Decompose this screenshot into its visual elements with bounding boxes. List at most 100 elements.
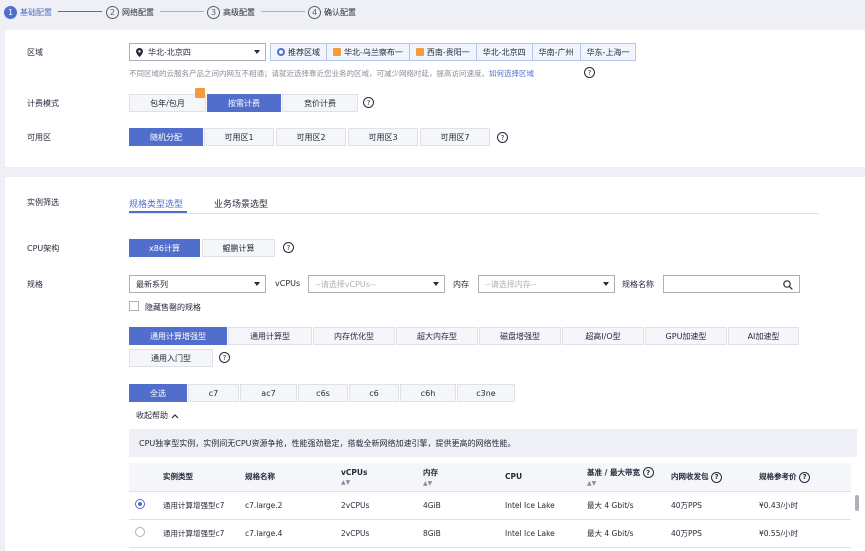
header-memory-label: 内存 — [423, 467, 438, 477]
cell-instance-type: 通用计算增强型c7 — [157, 519, 239, 548]
help-icon[interactable]: ? — [711, 471, 723, 483]
vcpus-select[interactable]: --请选择vCPUs-- — [308, 275, 445, 293]
region-option[interactable]: 华北-北京四 — [477, 44, 533, 60]
cpu-x86-button[interactable]: x86计算 — [129, 239, 200, 257]
step-label: 网络配置 — [122, 7, 154, 17]
help-icon[interactable]: ? — [219, 352, 230, 363]
series-c6h[interactable]: c6h — [400, 384, 456, 402]
info-banner: CPU独享型实例，实例间无CPU资源争抢，性能强劲稳定，搭载全新网络加速引擎，提… — [129, 429, 857, 457]
row-radio-selected[interactable] — [135, 499, 145, 509]
header-vcpus-label: vCPUs — [341, 467, 368, 477]
step-1[interactable]: 1 基础配置 — [4, 5, 52, 19]
header-pps: 内网收发包 ? — [665, 463, 753, 492]
region-option[interactable]: 华北-乌兰察布一 — [327, 44, 410, 60]
type-gpu-accelerated[interactable]: GPU加速型 — [645, 327, 727, 345]
series-c6[interactable]: c6 — [349, 384, 399, 402]
cell-cpu: Intel Ice Lake — [499, 519, 581, 548]
type-memory-optimized[interactable]: 内存优化型 — [313, 327, 395, 345]
table-row[interactable]: 通用计算增强型c7 c7.large.4 2vCPUs 8GiB Intel I… — [129, 519, 851, 548]
series-select[interactable]: 最新系列 — [129, 275, 266, 293]
spec-table: 实例类型 规格名称 vCPUs ▲▼ 内存 ▲▼ CPU 基准 / 最大带宽 ? ▲▼… — [129, 463, 851, 548]
memory-placeholder: --请选择内存-- — [485, 279, 537, 289]
region-hint-text: 不同区域的云服务产品之间内网互不相通；请就近选择靠近您业务的区域，可减少网络时延… — [129, 69, 489, 78]
header-cpu: CPU — [499, 463, 581, 492]
header-bandwidth[interactable]: 基准 / 最大带宽 ? ▲▼ — [581, 463, 665, 492]
spec-name-input[interactable] — [663, 275, 800, 293]
sort-icon[interactable]: ▲▼ — [587, 480, 665, 487]
hide-soldout-checkbox[interactable] — [129, 301, 139, 311]
header-radio-col — [129, 463, 157, 492]
cell-memory: 8GiB — [417, 519, 499, 548]
series-c7[interactable]: c7 — [188, 384, 239, 402]
help-icon[interactable]: ? — [283, 242, 294, 253]
help-icon[interactable]: ? — [584, 67, 595, 78]
cell-cpu: Intel Ice Lake — [499, 491, 581, 520]
type-disk-enhanced[interactable]: 磁盘增强型 — [479, 327, 561, 345]
search-icon[interactable] — [783, 280, 793, 290]
region-option[interactable]: 华南-广州 — [533, 44, 581, 60]
series-all[interactable]: 全选 — [129, 384, 187, 402]
vcpus-placeholder: --请选择vCPUs-- — [315, 279, 376, 289]
type-ai-accelerated[interactable]: AI加速型 — [728, 327, 799, 345]
help-icon[interactable]: ? — [363, 97, 374, 108]
table-row[interactable]: 通用计算增强型c7 c7.large.2 2vCPUs 4GiB Intel I… — [129, 491, 851, 520]
spec-name-label: 规格名称 — [622, 280, 654, 289]
region-select[interactable]: 华北-北京四 — [129, 43, 266, 61]
az-option-1[interactable]: 可用区1 — [204, 128, 274, 146]
table-scrollbar[interactable] — [855, 495, 859, 511]
header-price-label: 规格参考价 — [759, 472, 797, 481]
series-c6s[interactable]: c6s — [298, 384, 348, 402]
memory-label: 内存 — [453, 280, 469, 289]
cell-vcpus: 2vCPUs — [335, 491, 417, 520]
az-random[interactable]: 随机分配 — [129, 128, 203, 146]
series-ac7[interactable]: ac7 — [240, 384, 297, 402]
table-header-row: 实例类型 规格名称 vCPUs ▲▼ 内存 ▲▼ CPU 基准 / 最大带宽 ? ▲▼… — [129, 463, 851, 492]
step-4[interactable]: 4 确认配置 — [308, 5, 356, 19]
help-icon[interactable]: ? — [642, 467, 654, 478]
cell-memory: 4GiB — [417, 491, 499, 520]
help-icon[interactable]: ? — [799, 471, 811, 483]
row-radio[interactable] — [135, 527, 145, 537]
type-general[interactable]: 通用计算型 — [228, 327, 312, 345]
cell-bandwidth: 最大 4 Gbit/s — [581, 491, 665, 520]
memory-select[interactable]: --请选择内存-- — [478, 275, 615, 293]
region-option[interactable]: 西南-贵阳一 — [410, 44, 477, 60]
az-option-2[interactable]: 可用区2 — [276, 128, 346, 146]
help-icon[interactable]: ? — [497, 132, 508, 143]
type-high-io[interactable]: 超高I/O型 — [562, 327, 644, 345]
cell-price: ¥0.55/小时 — [753, 519, 851, 548]
collapse-help-toggle[interactable]: 收起帮助 — [136, 410, 179, 421]
header-memory[interactable]: 内存 ▲▼ — [417, 463, 499, 492]
step-label: 高级配置 — [223, 7, 255, 17]
step-number: 1 — [4, 5, 17, 19]
sort-icon[interactable]: ▲▼ — [341, 479, 417, 486]
billing-on-demand[interactable]: 按需计费 — [207, 94, 281, 112]
header-instance-type: 实例类型 — [157, 463, 239, 492]
sort-icon[interactable]: ▲▼ — [423, 480, 499, 487]
cell-spec-name: c7.large.2 — [239, 491, 335, 520]
step-3[interactable]: 3 高级配置 — [207, 5, 255, 19]
type-general-entry[interactable]: 通用入门型 — [129, 349, 213, 367]
region-label: 区域 — [27, 48, 43, 57]
cell-vcpus: 2vCPUs — [335, 519, 417, 548]
series-selected-value: 最新系列 — [136, 279, 168, 289]
az-option-3[interactable]: 可用区3 — [348, 128, 418, 146]
basic-config-panel: 区域 华北-北京四 推荐区域 华北-乌兰察布一 西南-贵阳一 华北-北京四 华南… — [5, 30, 865, 167]
region-option[interactable]: 华东-上海一 — [581, 44, 636, 60]
az-option-7[interactable]: 可用区7 — [420, 128, 490, 146]
type-general-enhanced[interactable]: 通用计算增强型 — [129, 327, 227, 345]
header-vcpus[interactable]: vCPUs ▲▼ — [335, 463, 417, 492]
spec-label: 规格 — [27, 280, 43, 289]
cpu-kunpeng-button[interactable]: 鲲鹏计算 — [202, 239, 275, 257]
step-2[interactable]: 2 网络配置 — [106, 5, 154, 19]
tab-spec-type[interactable]: 规格类型选型 — [129, 197, 183, 210]
tab-business-scenario[interactable]: 业务场景选型 — [214, 197, 268, 210]
region-help-link[interactable]: 如何选择区域 — [489, 69, 534, 78]
location-pin-icon — [136, 48, 143, 57]
chevron-up-icon — [171, 413, 179, 418]
billing-spot[interactable]: 竞价计费 — [282, 94, 358, 112]
region-tag-icon — [333, 48, 341, 56]
cell-pps: 40万PPS — [665, 491, 753, 520]
type-large-memory[interactable]: 超大内存型 — [396, 327, 478, 345]
series-c3ne[interactable]: c3ne — [457, 384, 515, 402]
